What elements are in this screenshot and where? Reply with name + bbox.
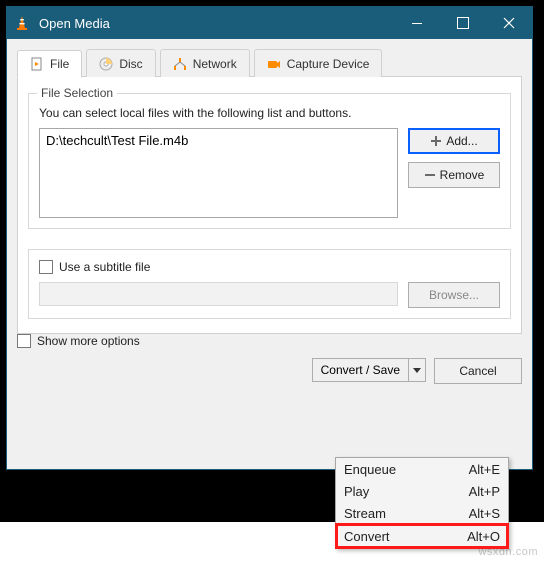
tab-label: Capture Device <box>287 57 370 71</box>
menu-label: Play <box>344 484 369 499</box>
file-list[interactable]: D:\techcult\Test File.m4b <box>39 128 398 218</box>
subtitle-group: Use a subtitle file Browse... <box>28 249 511 319</box>
close-button[interactable] <box>486 7 532 39</box>
open-media-window: Open Media File <box>6 6 533 470</box>
browse-label: Browse... <box>429 288 479 302</box>
group-title: File Selection <box>37 86 117 100</box>
menu-label: Enqueue <box>344 462 396 477</box>
network-icon <box>173 57 187 71</box>
menu-item-stream[interactable]: Stream Alt+S <box>336 502 508 524</box>
convert-save-menu: Enqueue Alt+E Play Alt+P Stream Alt+S Co… <box>335 457 509 549</box>
browse-button: Browse... <box>408 282 500 308</box>
titlebar: Open Media <box>7 7 532 39</box>
file-list-item[interactable]: D:\techcult\Test File.m4b <box>46 133 391 148</box>
vlc-cone-icon <box>13 14 31 32</box>
show-more-checkbox[interactable] <box>17 334 31 348</box>
menu-shortcut: Alt+E <box>469 462 500 477</box>
menu-shortcut: Alt+S <box>469 506 500 521</box>
chevron-down-icon <box>413 366 421 374</box>
subtitle-label: Use a subtitle file <box>59 260 150 274</box>
tab-disc[interactable]: Disc <box>86 49 155 77</box>
convert-save-label[interactable]: Convert / Save <box>313 359 409 381</box>
tab-network[interactable]: Network <box>160 49 250 77</box>
tab-capture-device[interactable]: Capture Device <box>254 49 383 77</box>
tab-bar: File Disc Network <box>17 49 522 77</box>
subtitle-path-input <box>39 282 398 306</box>
menu-shortcut: Alt+P <box>469 484 500 499</box>
menu-label: Convert <box>344 529 390 544</box>
menu-item-convert[interactable]: Convert Alt+O <box>335 523 509 549</box>
tab-panel-file: File Selection You can select local file… <box>17 76 522 334</box>
tab-file[interactable]: File <box>17 50 82 78</box>
convert-save-dropdown-arrow[interactable] <box>409 359 425 381</box>
remove-label: Remove <box>440 168 485 182</box>
menu-item-enqueue[interactable]: Enqueue Alt+E <box>336 458 508 480</box>
menu-item-play[interactable]: Play Alt+P <box>336 480 508 502</box>
cancel-button[interactable]: Cancel <box>434 358 522 384</box>
menu-shortcut: Alt+O <box>467 529 500 544</box>
add-button[interactable]: Add... <box>408 128 500 154</box>
tab-label: Network <box>193 57 237 71</box>
convert-save-button[interactable]: Convert / Save <box>312 358 426 382</box>
add-label: Add... <box>446 134 477 148</box>
menu-label: Stream <box>344 506 386 521</box>
minimize-button[interactable] <box>394 7 440 39</box>
subtitle-checkbox-row[interactable]: Use a subtitle file <box>39 260 500 274</box>
capture-icon <box>267 57 281 71</box>
file-icon <box>30 57 44 71</box>
tab-label: File <box>50 57 69 71</box>
plus-icon <box>430 135 442 147</box>
file-selection-help-text: You can select local files with the foll… <box>39 106 500 120</box>
maximize-button[interactable] <box>440 7 486 39</box>
tab-label: Disc <box>119 57 142 71</box>
window-title: Open Media <box>39 16 110 31</box>
file-selection-group: File Selection You can select local file… <box>28 93 511 229</box>
show-more-label: Show more options <box>37 334 140 348</box>
remove-button[interactable]: Remove <box>408 162 500 188</box>
disc-icon <box>99 57 113 71</box>
cancel-label: Cancel <box>459 364 496 378</box>
minus-icon <box>424 169 436 181</box>
subtitle-checkbox[interactable] <box>39 260 53 274</box>
